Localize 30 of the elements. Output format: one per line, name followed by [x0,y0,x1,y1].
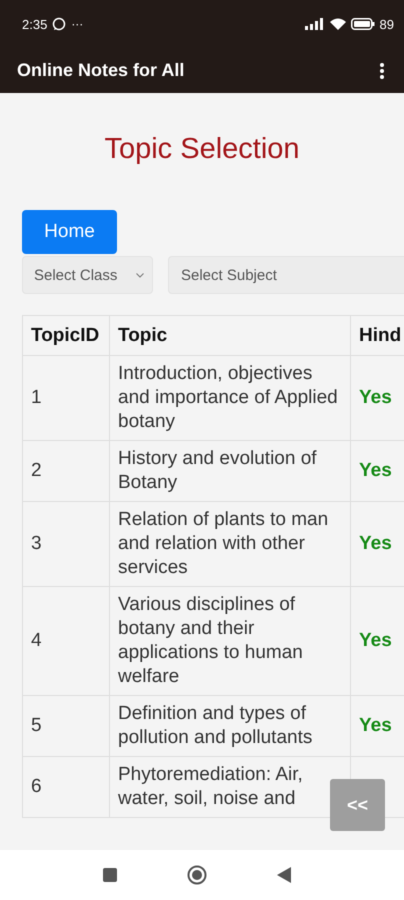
table-cell: 6 [22,756,110,818]
battery-icon [350,18,375,30]
table-cell: Various disciplines of botany and their applications to human welfare [110,586,350,696]
table-cell: 3 [22,502,110,586]
table-cell: History and evolution of Botany [110,440,350,502]
status-more: ··· [71,17,84,31]
column-header: TopicID [22,316,110,356]
table-cell: 4 [22,586,110,696]
signal-icon [304,18,325,30]
page-title: Topic Selection [103,133,301,166]
menu-icon[interactable] [380,62,384,78]
table-cell: Definition and types of pollution and pollutants [110,696,350,756]
back-icon[interactable] [277,867,291,883]
home-icon[interactable] [187,865,207,885]
battery-percent: 89 [380,16,394,32]
class-select[interactable]: Select Class [22,256,153,294]
table-cell: 2 [22,440,110,502]
column-header: Hind [350,316,404,356]
app-title: Online Notes for All [17,60,184,81]
chevron-icon [136,272,144,278]
table-cell: Introduction, objectives and importance of Applied botany [110,356,350,440]
table-cell: 5 [22,696,110,756]
column-header: Topic [110,316,350,356]
table-cell: 1 [22,356,110,440]
home-button[interactable]: Home [22,210,117,254]
table-cell: Relation of plants to man and relation with other services [110,502,350,586]
subject-select[interactable]: Select Subject [168,256,404,294]
chat-icon [52,17,66,31]
wifi-icon [330,18,346,30]
status-time: 2:35 [22,16,48,32]
